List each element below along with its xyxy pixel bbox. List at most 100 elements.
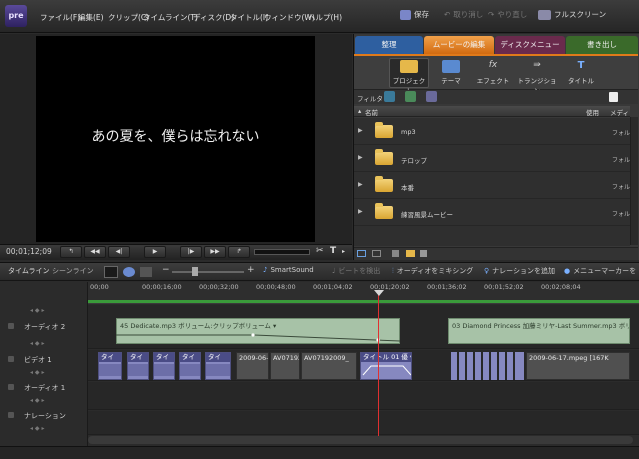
playhead-line[interactable] xyxy=(378,290,379,438)
column-media[interactable]: メディ xyxy=(610,107,629,117)
delete-icon[interactable] xyxy=(392,250,399,257)
select-tool-icon[interactable] xyxy=(104,266,118,278)
step-back-button[interactable]: ◀| xyxy=(108,246,130,258)
video-clip[interactable] xyxy=(491,352,497,380)
video-clip[interactable] xyxy=(515,352,524,380)
subtool-theme[interactable]: テーマ xyxy=(433,60,469,85)
detect-beats-button[interactable]: ♩ ビートを検出 xyxy=(332,266,380,276)
menu-title[interactable]: タイトル(I) xyxy=(230,12,268,23)
menu-file[interactable]: ファイル(F) xyxy=(40,12,80,23)
step-forward-button[interactable]: |▶ xyxy=(180,246,202,258)
tab-sceneline[interactable]: シーンライン xyxy=(52,266,94,276)
add-narration-button[interactable]: ♀ ナレーションを追加 xyxy=(484,266,555,276)
timeline-scrollbar[interactable] xyxy=(88,436,633,444)
video-clip[interactable] xyxy=(475,352,481,380)
list-scrollbar[interactable] xyxy=(630,117,638,245)
zoom-slider-handle[interactable] xyxy=(192,267,198,276)
video-clip[interactable]: AV07192009_ xyxy=(301,352,357,380)
title-clip[interactable]: タイ xyxy=(127,352,149,380)
shuttle-slider[interactable] xyxy=(254,249,310,255)
video-clip[interactable] xyxy=(499,352,505,380)
split-clip-icon[interactable]: ✂ xyxy=(316,246,324,256)
video-clip[interactable]: AV07192 xyxy=(270,352,300,380)
video-clip[interactable]: 2009-06-17.mpeg [167K xyxy=(526,352,630,380)
video-clip[interactable] xyxy=(467,352,473,380)
keyframe-nav-icon[interactable]: ◂ ◆ ▸ xyxy=(30,425,44,432)
column-usage[interactable]: 使用 xyxy=(586,107,599,117)
sort-arrow-icon[interactable]: ▴ xyxy=(358,107,361,115)
video-clip[interactable] xyxy=(483,352,489,380)
menu-marker-button[interactable]: ● メニューマーカーを xyxy=(564,266,636,276)
tab-organize[interactable]: 整理 xyxy=(355,36,423,54)
menu-help[interactable]: ヘルプ(H) xyxy=(308,12,342,23)
list-item[interactable] xyxy=(354,172,630,199)
more-icon[interactable]: ▸ xyxy=(342,248,345,255)
keyframe-nav-icon[interactable]: ◂ ◆ ▸ xyxy=(30,307,44,314)
track-lock-icon[interactable] xyxy=(8,384,14,390)
info-icon[interactable] xyxy=(420,250,427,257)
work-area-bar[interactable] xyxy=(88,300,639,303)
zoom-in-icon[interactable]: + xyxy=(247,265,255,275)
new-folder-icon[interactable] xyxy=(406,250,415,257)
subtool-title[interactable]: T タイトル xyxy=(563,60,599,85)
title-clip[interactable]: タイ xyxy=(179,352,201,380)
list-item[interactable] xyxy=(354,145,630,172)
tab-export[interactable]: 書き出し xyxy=(566,36,638,54)
title-clip[interactable]: タイ xyxy=(153,352,175,380)
undo-button[interactable]: ↶ 取り消し xyxy=(444,9,483,20)
list-item[interactable] xyxy=(354,199,630,226)
zoom-slider[interactable] xyxy=(172,271,244,273)
track-lock-icon[interactable] xyxy=(8,356,14,362)
filter-image-icon[interactable] xyxy=(426,91,437,102)
goto-start-button[interactable]: ↰ xyxy=(60,246,82,258)
track-view-icon[interactable] xyxy=(140,267,152,277)
zoom-out-icon[interactable]: − xyxy=(162,265,170,275)
menu-timeline[interactable]: タイムライン(T) xyxy=(143,12,198,23)
menu-edit[interactable]: 編集(E) xyxy=(78,12,104,23)
fullscreen-button[interactable]: フルスクリーン xyxy=(538,9,606,20)
icon-view-icon[interactable] xyxy=(372,250,381,257)
expand-arrow-icon[interactable]: ▶ xyxy=(358,154,363,161)
tab-edit-movie[interactable]: ムービーの編集 xyxy=(424,36,494,54)
filter-audio-icon[interactable] xyxy=(405,91,416,102)
timecode-display[interactable]: 00;01;12;09 xyxy=(6,247,52,256)
audio-clip[interactable]: 03 Diamond Princess 加藤ミリヤ-Last Summer.mp… xyxy=(448,318,630,344)
title-clip[interactable]: タイ xyxy=(205,352,231,380)
expand-arrow-icon[interactable]: ▶ xyxy=(358,127,363,134)
audio-mix-button[interactable]: ⫶ オーディオをミキシング xyxy=(392,266,473,276)
video-clip[interactable] xyxy=(507,352,513,380)
opacity-rubberband[interactable] xyxy=(361,363,412,379)
track-lock-icon[interactable] xyxy=(8,412,14,418)
playhead-handle[interactable] xyxy=(374,290,384,296)
tab-disc-menu[interactable]: ディスクメニュー xyxy=(495,36,565,54)
menu-disc[interactable]: ディスク(D) xyxy=(193,12,234,23)
redo-button[interactable]: ↷ やり直し xyxy=(488,9,527,20)
fast-forward-button[interactable]: ▶▶ xyxy=(204,246,226,258)
list-item[interactable] xyxy=(354,118,630,145)
column-name[interactable]: 名前 xyxy=(365,107,378,117)
new-item-icon[interactable] xyxy=(609,92,618,102)
time-stretch-icon[interactable] xyxy=(123,267,135,277)
volume-rubberband[interactable] xyxy=(116,330,400,344)
video-clip[interactable] xyxy=(459,352,465,380)
track-lock-icon[interactable] xyxy=(8,323,14,329)
video-clip[interactable] xyxy=(451,352,457,380)
subtool-effects[interactable]: fx エフェクト xyxy=(475,60,511,85)
save-button[interactable]: 保存 xyxy=(400,9,429,20)
expand-arrow-icon[interactable]: ▶ xyxy=(358,181,363,188)
keyframe-nav-icon[interactable]: ◂ ◆ ▸ xyxy=(30,340,44,347)
video-clip[interactable]: 2009-06- xyxy=(236,352,269,380)
smartsound-button[interactable]: ♪ SmartSound xyxy=(263,266,314,274)
add-text-icon[interactable]: T xyxy=(330,246,336,256)
keyframe-nav-icon[interactable]: ◂ ◆ ▸ xyxy=(30,369,44,376)
title-clip[interactable]: タイトル 01 優 ▾ xyxy=(360,352,412,380)
expand-arrow-icon[interactable]: ▶ xyxy=(358,208,363,215)
rewind-button[interactable]: ◀◀ xyxy=(84,246,106,258)
list-view-icon[interactable] xyxy=(357,250,366,257)
goto-end-button[interactable]: ↱ xyxy=(228,246,250,258)
keyframe-nav-icon[interactable]: ◂ ◆ ▸ xyxy=(30,397,44,404)
play-button[interactable]: ▶ xyxy=(144,246,166,258)
tab-timeline[interactable]: タイムライン xyxy=(8,266,50,276)
title-clip[interactable]: タイ xyxy=(98,352,122,380)
filter-video-icon[interactable] xyxy=(384,91,395,102)
